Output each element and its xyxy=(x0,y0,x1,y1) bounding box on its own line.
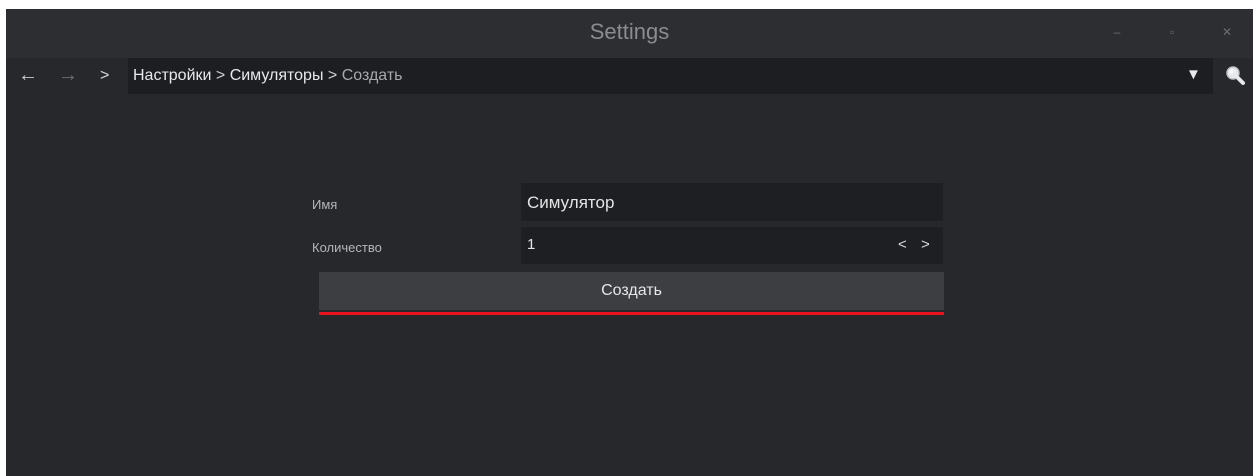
back-button[interactable]: ← xyxy=(18,64,38,86)
create-button[interactable]: Создать xyxy=(319,272,944,310)
breadcrumb-separator: > xyxy=(323,67,342,84)
close-button[interactable]: ✕ xyxy=(1216,21,1238,43)
maximize-button[interactable]: ▫ xyxy=(1161,21,1183,43)
create-button-label: Создать xyxy=(601,282,662,299)
breadcrumb-item-simulators[interactable]: Симуляторы xyxy=(230,67,324,84)
chevron-right-icon[interactable]: > xyxy=(100,65,109,87)
quantity-stepper[interactable]: 1 < > xyxy=(521,227,943,264)
quantity-decrement-button[interactable]: < xyxy=(898,236,907,253)
forward-button[interactable]: → xyxy=(58,64,78,86)
minimize-button[interactable]: – xyxy=(1106,21,1128,43)
quantity-increment-button[interactable]: > xyxy=(921,236,930,253)
breadcrumb: Настройки > Симуляторы > Создать xyxy=(128,58,1213,94)
quantity-value: 1 xyxy=(527,236,536,253)
search-icon[interactable] xyxy=(1224,64,1246,86)
quantity-label: Количество xyxy=(312,240,382,255)
breadcrumb-path: Настройки > Симуляторы > Создать xyxy=(133,67,403,85)
settings-window: Settings – ▫ ✕ ← → > Настройки > Симулят… xyxy=(6,9,1253,476)
name-label: Имя xyxy=(312,197,338,212)
window-title: Settings xyxy=(589,19,670,44)
breadcrumb-item-settings[interactable]: Настройки xyxy=(133,67,211,84)
breadcrumb-separator: > xyxy=(211,67,230,84)
title-bar: Settings – ▫ ✕ xyxy=(6,9,1253,58)
dropdown-button[interactable]: ▼ xyxy=(1186,66,1201,83)
name-field-value: Симулятор xyxy=(527,193,615,212)
name-field[interactable]: Симулятор xyxy=(521,183,943,221)
breadcrumb-item-create: Создать xyxy=(341,67,403,84)
create-button-focus-underline xyxy=(319,312,944,315)
navigation-bar: ← → > Настройки > Симуляторы > Создать ▼ xyxy=(6,58,1253,94)
